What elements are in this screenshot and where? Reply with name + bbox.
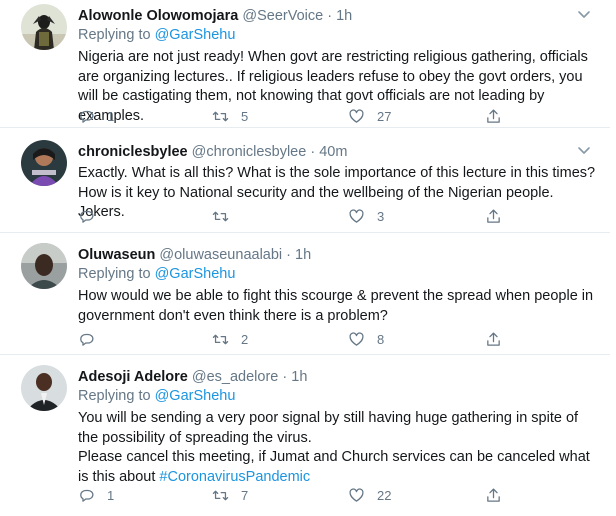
reply-icon xyxy=(78,208,95,225)
like-count: 3 xyxy=(377,208,385,224)
tweet-actions: 2 8 xyxy=(78,329,598,349)
reply-button[interactable]: 1 xyxy=(78,485,114,505)
retweet-count: 7 xyxy=(241,487,249,503)
share-icon xyxy=(485,108,502,125)
tweet-header: Alowonle Olowomojara @SeerVoice · 1h xyxy=(78,6,596,26)
avatar[interactable] xyxy=(21,365,67,411)
display-name[interactable]: Alowonle Olowomojara xyxy=(78,8,238,24)
replying-to-link[interactable]: @GarShehu xyxy=(155,27,236,43)
tweet[interactable]: chroniclesbylee @chroniclesbylee · 40m E… xyxy=(0,128,610,233)
retweet-button[interactable]: 2 xyxy=(212,329,248,349)
separator: · xyxy=(327,8,333,24)
tweet[interactable]: Oluwaseun @oluwaseunaalabi · 1h Replying… xyxy=(0,233,610,355)
retweet-button[interactable]: 7 xyxy=(212,485,248,505)
reply-button[interactable] xyxy=(78,206,107,226)
replying-label: Replying to xyxy=(78,388,151,404)
reply-button[interactable] xyxy=(78,329,107,349)
replying-to: Replying to @GarShehu xyxy=(78,26,596,46)
user-handle[interactable]: @chroniclesbylee xyxy=(192,144,307,160)
reply-thread: Alowonle Olowomojara @SeerVoice · 1h Rep… xyxy=(0,0,616,516)
reply-count: 1 xyxy=(107,108,115,124)
replying-to-link[interactable]: @GarShehu xyxy=(155,388,236,404)
tweet-actions: 1 5 27 xyxy=(78,106,598,126)
heart-icon xyxy=(348,487,365,504)
retweet-icon xyxy=(212,108,229,125)
avatar[interactable] xyxy=(21,140,67,186)
reply-count: 1 xyxy=(107,487,115,503)
tweet-header: chroniclesbylee @chroniclesbylee · 40m xyxy=(78,142,596,162)
share-icon xyxy=(485,331,502,348)
display-name[interactable]: Oluwaseun xyxy=(78,247,155,263)
reply-icon xyxy=(78,108,95,125)
tweet-text-line: Please cancel this meeting, if Jumat and… xyxy=(78,448,596,487)
tweet-text: How would we be able to fight this scour… xyxy=(78,288,594,324)
share-button[interactable] xyxy=(485,329,502,349)
separator: · xyxy=(282,369,288,385)
retweet-icon xyxy=(212,331,229,348)
user-handle[interactable]: @es_adelore xyxy=(192,369,278,385)
tweet-text-segment: Please cancel this meeting, if Jumat and… xyxy=(78,449,590,485)
share-icon xyxy=(485,487,502,504)
replying-to-link[interactable]: @GarShehu xyxy=(155,266,236,282)
reply-icon xyxy=(78,331,95,348)
display-name[interactable]: chroniclesbylee xyxy=(78,144,188,160)
replying-to: Replying to @GarShehu xyxy=(78,265,596,285)
retweet-icon xyxy=(212,487,229,504)
reply-icon xyxy=(78,487,95,504)
retweet-count: 2 xyxy=(241,331,249,347)
heart-icon xyxy=(348,108,365,125)
timestamp[interactable]: 1h xyxy=(336,8,352,24)
like-count: 22 xyxy=(377,487,392,503)
avatar[interactable] xyxy=(21,243,67,289)
reply-button[interactable]: 1 xyxy=(78,106,114,126)
tweet-actions: 1 7 22 xyxy=(78,485,598,505)
separator: · xyxy=(286,247,292,263)
like-button[interactable]: 22 xyxy=(348,485,391,505)
timestamp[interactable]: 1h xyxy=(295,247,311,263)
chevron-down-icon[interactable] xyxy=(576,142,592,158)
tweet[interactable]: Adesoji Adelore @es_adelore · 1h Replyin… xyxy=(0,355,610,516)
heart-icon xyxy=(348,208,365,225)
tweet-header: Oluwaseun @oluwaseunaalabi · 1h xyxy=(78,245,596,265)
retweet-button[interactable]: 5 xyxy=(212,106,248,126)
tweet-actions: 3 xyxy=(78,206,598,226)
display-name[interactable]: Adesoji Adelore xyxy=(78,369,188,385)
timestamp[interactable]: 1h xyxy=(291,369,307,385)
tweet-header: Adesoji Adelore @es_adelore · 1h xyxy=(78,367,596,387)
tweet[interactable]: Alowonle Olowomojara @SeerVoice · 1h Rep… xyxy=(0,0,610,128)
retweet-count: 5 xyxy=(241,108,249,124)
like-count: 27 xyxy=(377,108,392,124)
heart-icon xyxy=(348,331,365,348)
avatar[interactable] xyxy=(21,4,67,50)
share-icon xyxy=(485,208,502,225)
retweet-icon xyxy=(212,208,229,225)
share-button[interactable] xyxy=(485,206,502,226)
chevron-down-icon[interactable] xyxy=(576,6,592,22)
tweet-text: You will be sending a very poor signal b… xyxy=(78,409,596,487)
replying-to: Replying to @GarShehu xyxy=(78,387,596,407)
like-count: 8 xyxy=(377,331,385,347)
share-button[interactable] xyxy=(485,485,502,505)
user-handle[interactable]: @oluwaseunaalabi xyxy=(159,247,282,263)
like-button[interactable]: 27 xyxy=(348,106,391,126)
like-button[interactable]: 3 xyxy=(348,206,384,226)
like-button[interactable]: 8 xyxy=(348,329,384,349)
hashtag-link[interactable]: #CoronavirusPandemic xyxy=(159,469,310,485)
replying-label: Replying to xyxy=(78,27,151,43)
replying-label: Replying to xyxy=(78,266,151,282)
timestamp[interactable]: 40m xyxy=(319,144,347,160)
user-handle[interactable]: @SeerVoice xyxy=(242,8,323,24)
separator: · xyxy=(310,144,316,160)
tweet-text-line: You will be sending a very poor signal b… xyxy=(78,410,579,446)
share-button[interactable] xyxy=(485,106,502,126)
retweet-button[interactable] xyxy=(212,206,241,226)
